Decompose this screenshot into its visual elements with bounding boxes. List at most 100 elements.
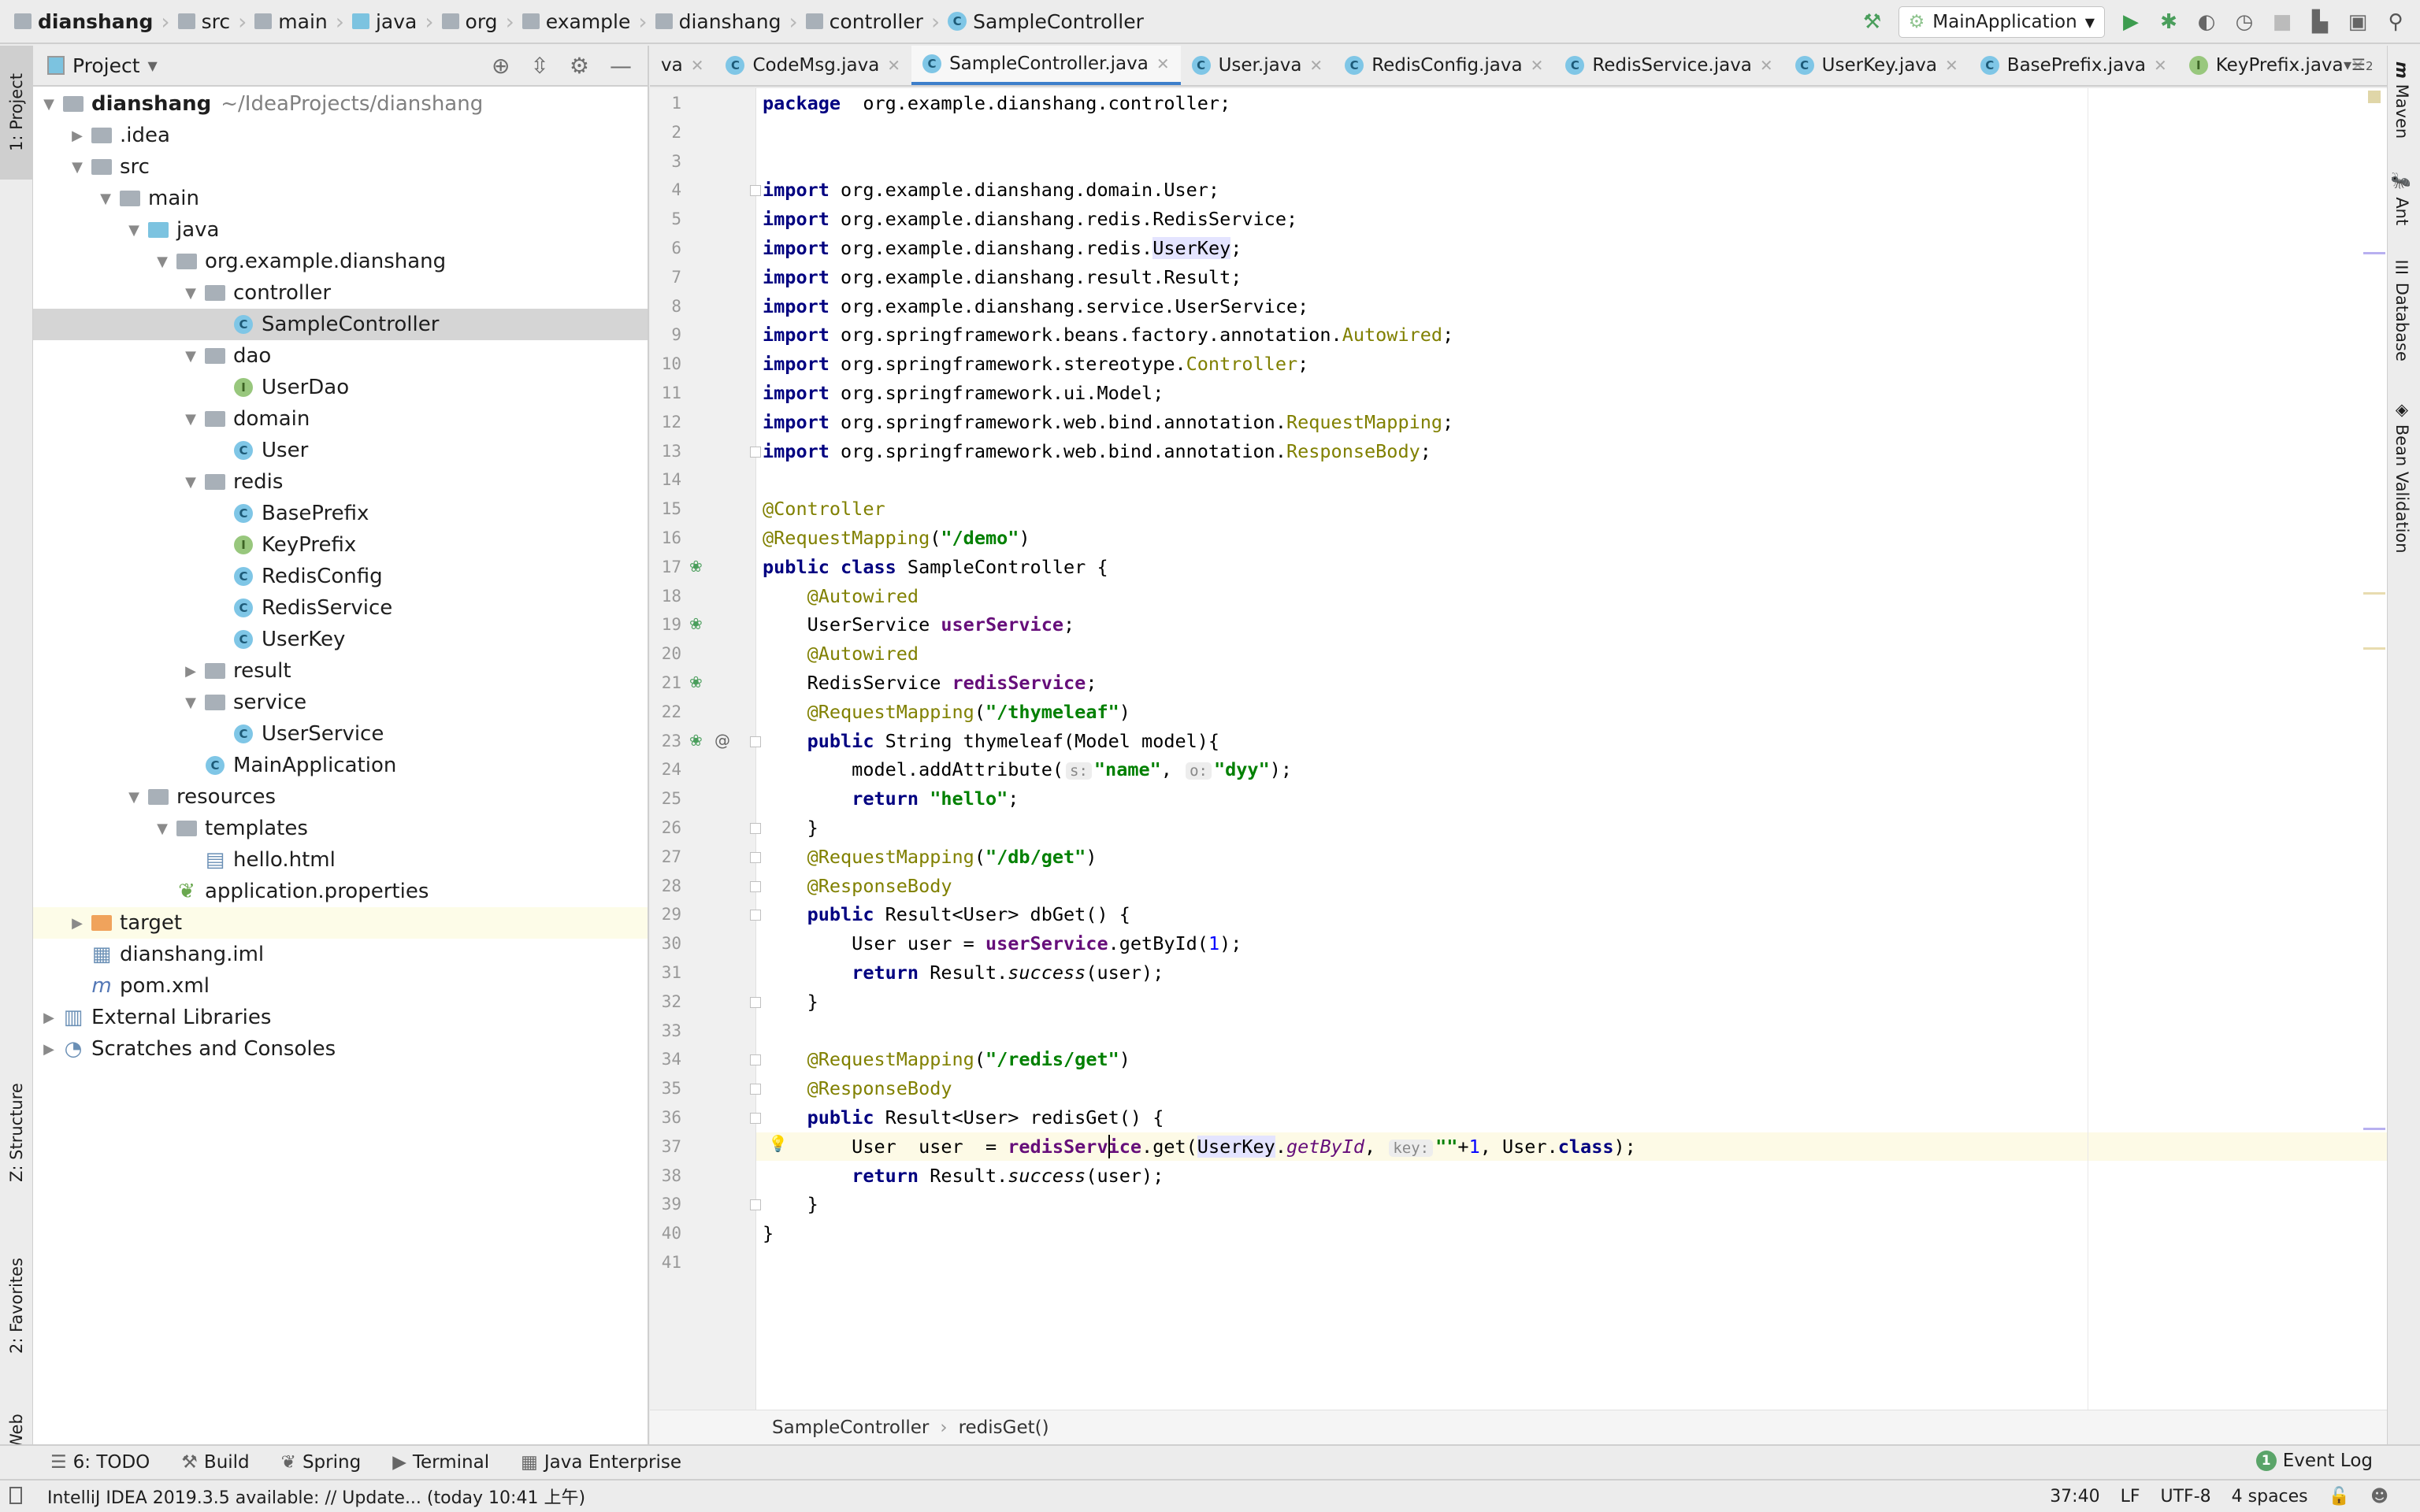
error-stripe[interactable] xyxy=(2362,88,2385,1410)
fold-marker-icon[interactable] xyxy=(750,1084,761,1095)
line-number[interactable]: 13 xyxy=(650,437,681,465)
line-number[interactable]: 35 xyxy=(650,1074,681,1102)
fold-marker-icon[interactable] xyxy=(750,851,761,863)
code-line[interactable]: @Autowired xyxy=(763,582,919,610)
line-number[interactable]: 38 xyxy=(650,1162,681,1190)
spring-bean-gutter-icon[interactable]: ❀ xyxy=(689,614,703,633)
close-icon[interactable]: ✕ xyxy=(1156,54,1170,73)
line-number[interactable]: 15 xyxy=(650,495,681,523)
close-icon[interactable]: ✕ xyxy=(1309,56,1323,75)
breadcrumb-item[interactable]: org › xyxy=(441,9,514,35)
tree-item[interactable]: ▼ templates xyxy=(33,813,648,844)
tree-item[interactable]: m pom.xml xyxy=(33,970,648,1002)
code-line[interactable]: public class SampleController { xyxy=(763,553,1108,581)
line-number[interactable]: 5 xyxy=(650,205,681,233)
line-number[interactable]: 41 xyxy=(650,1248,681,1277)
code-line[interactable]: UserService userService; xyxy=(763,610,1075,639)
code-line[interactable]: } xyxy=(763,988,818,1016)
editor-tab[interactable]: C CodeMsg.java ✕ xyxy=(714,46,911,85)
code-line[interactable]: } xyxy=(763,1190,818,1218)
collapsed-arrow-icon[interactable]: ▶ xyxy=(39,1010,58,1026)
editor-tab[interactable]: C UserKey.java ✕ xyxy=(1784,46,1969,85)
code-line[interactable]: import org.example.dianshang.redis.Redis… xyxy=(763,205,1297,233)
collapsed-arrow-icon[interactable]: ▶ xyxy=(181,663,200,680)
file-encoding[interactable]: UTF-8 xyxy=(2161,1487,2211,1506)
code-line[interactable]: @ResponseBody xyxy=(763,1074,952,1102)
expanded-arrow-icon[interactable]: ▼ xyxy=(68,159,87,176)
line-number[interactable]: 18 xyxy=(650,582,681,610)
tree-item[interactable]: ▦ dianshang.iml xyxy=(33,939,648,970)
implemented-annotation-icon[interactable]: @ xyxy=(714,731,730,750)
tree-item[interactable]: ▶ ▥ External Libraries xyxy=(33,1002,648,1033)
tab-database[interactable]: ☰ Database xyxy=(2392,258,2411,361)
stripe-mark[interactable] xyxy=(2363,592,2385,595)
breadcrumb-item[interactable]: C SampleController xyxy=(948,10,1144,33)
code-line[interactable]: @RequestMapping("/thymeleaf") xyxy=(763,698,1130,726)
code-line[interactable]: import org.example.dianshang.service.Use… xyxy=(763,292,1308,321)
lightbulb-icon[interactable]: 💡 xyxy=(768,1134,788,1153)
caret-position[interactable]: 37:40 xyxy=(2050,1487,2099,1506)
presentation-icon[interactable]: ▣ xyxy=(2346,10,2370,34)
tree-item[interactable]: C UserService xyxy=(33,718,648,750)
status-message[interactable]: IntelliJ IDEA 2019.3.5 available: // Upd… xyxy=(47,1484,585,1509)
code-line[interactable]: import org.springframework.web.bind.anno… xyxy=(763,437,1431,465)
line-number[interactable]: 24 xyxy=(650,755,681,784)
close-icon[interactable]: ✕ xyxy=(1531,56,1544,75)
project-structure-icon[interactable]: ▙ xyxy=(2308,10,2332,34)
line-number[interactable]: 21 xyxy=(650,669,681,697)
tree-item[interactable]: C RedisConfig xyxy=(33,561,648,592)
breadcrumb-item[interactable]: dianshang › xyxy=(14,9,170,35)
tree-item[interactable]: C BasePrefix xyxy=(33,498,648,529)
line-number[interactable]: 1 xyxy=(650,89,681,117)
project-view-select[interactable]: Project xyxy=(72,54,140,77)
code-line[interactable]: import org.example.dianshang.redis.UserK… xyxy=(763,234,1242,262)
code-line[interactable]: public Result<User> redisGet() { xyxy=(763,1103,1164,1132)
expanded-arrow-icon[interactable]: ▼ xyxy=(181,285,200,302)
breadcrumb-method[interactable]: redisGet() xyxy=(959,1418,1049,1438)
tree-item[interactable]: ▤ hello.html xyxy=(33,844,648,876)
line-separator[interactable]: LF xyxy=(2121,1487,2140,1506)
line-number[interactable]: 40 xyxy=(650,1219,681,1247)
tree-item[interactable]: ▼ domain xyxy=(33,403,648,435)
close-icon[interactable]: ✕ xyxy=(2154,56,2167,75)
line-number[interactable]: 12 xyxy=(650,408,681,436)
code-line[interactable]: import org.springframework.beans.factory… xyxy=(763,321,1453,349)
tree-item[interactable]: C RedisService xyxy=(33,592,648,624)
line-number[interactable]: 16 xyxy=(650,524,681,552)
tree-item[interactable]: C User xyxy=(33,435,648,466)
tree-item[interactable]: C SampleController xyxy=(33,309,648,340)
expanded-arrow-icon[interactable]: ▼ xyxy=(181,695,200,711)
line-number[interactable]: 19 xyxy=(650,610,681,639)
line-number[interactable]: 25 xyxy=(650,784,681,813)
line-number[interactable]: 27 xyxy=(650,843,681,871)
chevron-down-icon[interactable]: ▼ xyxy=(148,58,158,73)
line-number[interactable]: 28 xyxy=(650,872,681,900)
code-line[interactable]: User user = redisService.get(UserKey.get… xyxy=(763,1132,1636,1161)
collapse-all-icon[interactable]: ⇳ xyxy=(530,53,548,79)
tree-item[interactable]: ▼ service xyxy=(33,687,648,718)
line-number[interactable]: 33 xyxy=(650,1017,681,1045)
line-number[interactable]: 32 xyxy=(650,988,681,1016)
breadcrumb-item[interactable]: example › xyxy=(521,9,648,35)
line-number[interactable]: 22 xyxy=(650,698,681,726)
tree-item[interactable]: ▼ resources xyxy=(33,781,648,813)
code-line[interactable]: @Autowired xyxy=(763,639,919,668)
search-icon[interactable]: ⚲ xyxy=(2384,10,2407,34)
line-number[interactable]: 37 xyxy=(650,1132,681,1161)
code-line[interactable]: import org.example.dianshang.domain.User… xyxy=(763,176,1219,204)
tree-item[interactable]: ▶ ◔ Scratches and Consoles xyxy=(33,1033,648,1065)
tree-item[interactable]: ▶ result xyxy=(33,655,648,687)
code-line[interactable]: @ResponseBody xyxy=(763,872,952,900)
code-line[interactable]: RedisService redisService; xyxy=(763,669,1097,697)
expanded-arrow-icon[interactable]: ▼ xyxy=(153,821,172,837)
tree-item[interactable]: C MainApplication xyxy=(33,750,648,781)
expanded-arrow-icon[interactable]: ▼ xyxy=(96,191,115,207)
tree-item[interactable]: ▼ controller xyxy=(33,277,648,309)
tree-item[interactable]: I UserDao xyxy=(33,372,648,403)
expanded-arrow-icon[interactable]: ▼ xyxy=(39,96,58,113)
close-icon[interactable]: ✕ xyxy=(1945,56,1958,75)
event-log-button[interactable]: 1 Event Log xyxy=(2255,1451,2373,1471)
line-number[interactable]: 6 xyxy=(650,234,681,262)
line-number[interactable]: 11 xyxy=(650,379,681,407)
code-line[interactable]: return Result.success(user); xyxy=(763,1162,1164,1190)
